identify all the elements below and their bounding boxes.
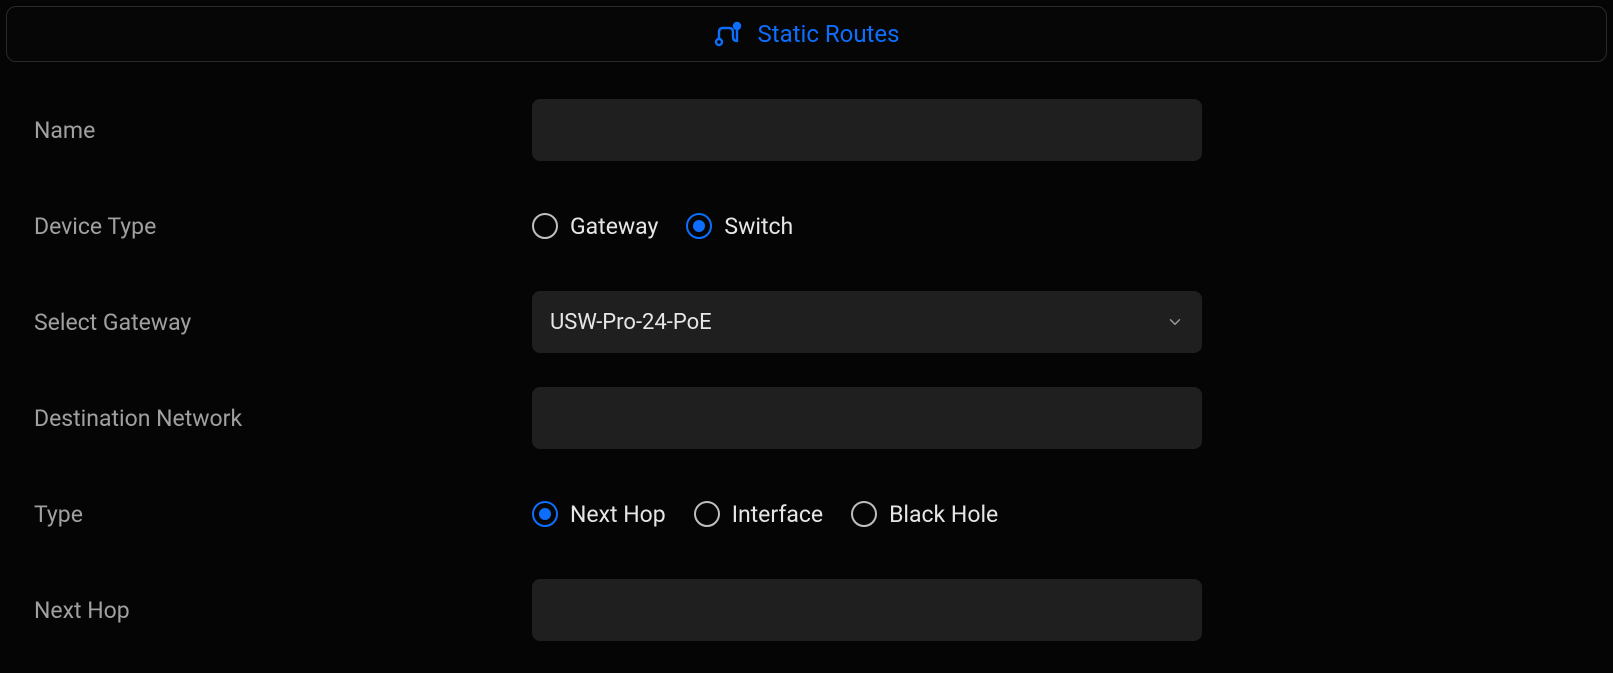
type-radio-group: Next Hop Interface Black Hole — [532, 501, 1202, 528]
static-route-form: Name Device Type Gateway Switch Select G… — [0, 68, 1613, 642]
row-next-hop: Next Hop — [34, 578, 1579, 642]
select-gateway-label: Select Gateway — [34, 309, 532, 336]
next-hop-input[interactable] — [532, 579, 1202, 641]
device-type-gateway-radio[interactable]: Gateway — [532, 213, 658, 240]
select-gateway-dropdown[interactable]: USW-Pro-24-PoE — [532, 291, 1202, 353]
radio-circle-icon — [686, 213, 712, 239]
type-label: Type — [34, 501, 532, 528]
radio-circle-icon — [851, 501, 877, 527]
header-bar: Static Routes — [6, 6, 1607, 62]
device-type-switch-radio[interactable]: Switch — [686, 213, 793, 240]
page-title: Static Routes — [757, 20, 899, 48]
radio-circle-icon — [532, 501, 558, 527]
destination-network-input[interactable] — [532, 387, 1202, 449]
row-select-gateway: Select Gateway USW-Pro-24-PoE — [34, 290, 1579, 354]
radio-label: Black Hole — [889, 501, 998, 528]
row-device-type: Device Type Gateway Switch — [34, 194, 1579, 258]
radio-label: Interface — [732, 501, 823, 528]
device-type-radio-group: Gateway Switch — [532, 213, 1202, 240]
type-interface-radio[interactable]: Interface — [694, 501, 823, 528]
radio-circle-icon — [694, 501, 720, 527]
type-black-hole-radio[interactable]: Black Hole — [851, 501, 998, 528]
radio-label: Switch — [724, 213, 793, 240]
name-label: Name — [34, 117, 532, 144]
row-destination-network: Destination Network — [34, 386, 1579, 450]
next-hop-label: Next Hop — [34, 597, 532, 624]
row-name: Name — [34, 98, 1579, 162]
select-gateway-value: USW-Pro-24-PoE — [550, 310, 712, 335]
radio-circle-icon — [532, 213, 558, 239]
radio-label: Next Hop — [570, 501, 666, 528]
radio-label: Gateway — [570, 213, 658, 240]
chevron-down-icon — [1166, 313, 1184, 331]
destination-network-label: Destination Network — [34, 405, 532, 432]
row-type: Type Next Hop Interface Black Hole — [34, 482, 1579, 546]
device-type-label: Device Type — [34, 213, 532, 240]
type-next-hop-radio[interactable]: Next Hop — [532, 501, 666, 528]
name-input[interactable] — [532, 99, 1202, 161]
route-icon — [713, 20, 743, 48]
